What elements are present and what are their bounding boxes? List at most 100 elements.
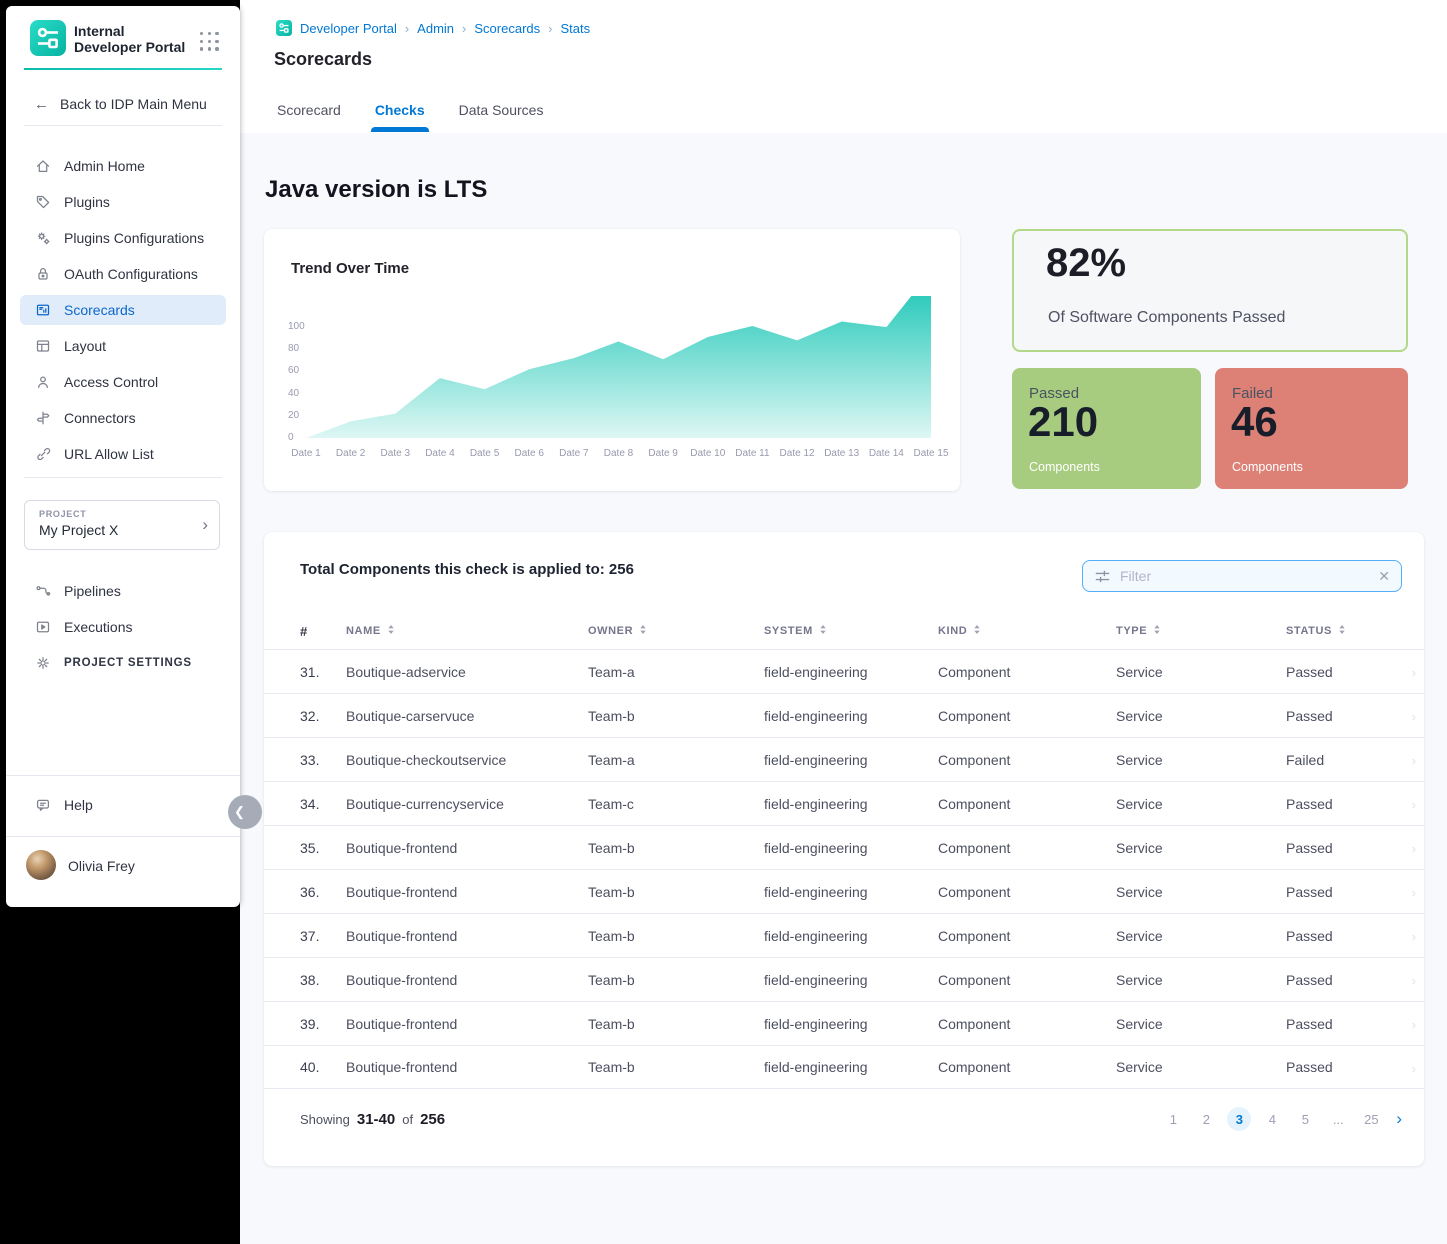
table-row[interactable]: 40. Boutique-frontend Team-b field-engin…: [264, 1045, 1424, 1089]
chat-icon: [35, 797, 51, 813]
person-icon: [35, 374, 51, 390]
tab-data-sources[interactable]: Data Sources: [459, 102, 544, 132]
cell-kind: Component: [938, 840, 1116, 856]
table-row[interactable]: 39. Boutique-frontend Team-b field-engin…: [264, 1001, 1424, 1045]
page-button-2[interactable]: 2: [1194, 1107, 1218, 1131]
sidebar-item-layout[interactable]: Layout: [20, 331, 226, 361]
cell-status: Passed: [1286, 840, 1402, 856]
table-row[interactable]: 37. Boutique-frontend Team-b field-engin…: [264, 913, 1424, 957]
idp-logo-small-icon: [276, 20, 292, 36]
breadcrumb-stats[interactable]: Stats: [560, 21, 590, 36]
sort-icon: [639, 624, 647, 638]
sidebar-item-oauth-configurations[interactable]: OAuth Configurations: [20, 259, 226, 289]
column-header-owner[interactable]: OWNER: [588, 624, 764, 638]
sidebar-item-connectors[interactable]: Connectors: [20, 403, 226, 433]
chevron-right-icon: ›: [1412, 709, 1416, 724]
cell-kind: Component: [938, 752, 1116, 768]
cell-name: Boutique-frontend: [346, 1059, 588, 1075]
table-row[interactable]: 38. Boutique-frontend Team-b field-engin…: [264, 957, 1424, 1001]
components-table-card: Total Components this check is applied t…: [264, 532, 1424, 1166]
column-header-status[interactable]: STATUS: [1286, 624, 1402, 638]
chevron-right-icon: ›: [1412, 929, 1416, 944]
cell-type: Service: [1116, 752, 1286, 768]
pass-percentage-caption: Of Software Components Passed: [1048, 309, 1285, 327]
sidebar-item-help[interactable]: Help: [20, 790, 226, 820]
tab-checks[interactable]: Checks: [375, 102, 425, 132]
tag-icon: [35, 194, 51, 210]
back-label: Back to IDP Main Menu: [60, 96, 207, 112]
table-row[interactable]: 32. Boutique-carservuce Team-b field-eng…: [264, 693, 1424, 737]
apps-grid-icon[interactable]: [200, 32, 220, 52]
sidebar-item-project-settings[interactable]: PROJECT SETTINGS: [20, 648, 226, 678]
table-row[interactable]: 36. Boutique-frontend Team-b field-engin…: [264, 869, 1424, 913]
project-selector[interactable]: PROJECT My Project X ›: [24, 500, 220, 550]
sidebar-item-pipelines[interactable]: Pipelines: [20, 576, 226, 606]
cell-system: field-engineering: [764, 664, 938, 680]
cell-name: Boutique-frontend: [346, 840, 588, 856]
table-row[interactable]: 34. Boutique-currencyservice Team-c fiel…: [264, 781, 1424, 825]
page-button-3[interactable]: 3: [1227, 1107, 1251, 1131]
cell-status: Passed: [1286, 928, 1402, 944]
arrow-left-icon: ←: [34, 96, 49, 113]
column-header-name[interactable]: NAME: [346, 624, 588, 638]
cell-type: Service: [1116, 796, 1286, 812]
signpost-icon: [35, 410, 51, 426]
table-row[interactable]: 35. Boutique-frontend Team-b field-engin…: [264, 825, 1424, 869]
page-header: Developer Portal › Admin › Scorecards › …: [240, 0, 1447, 133]
cell-index: 40.: [300, 1059, 346, 1075]
pagination-ellipsis: ...: [1326, 1107, 1350, 1131]
table-row[interactable]: 31. Boutique-adservice Team-a field-engi…: [264, 649, 1424, 693]
tab-bar: Scorecard Checks Data Sources: [277, 102, 543, 132]
sidebar: Internal Developer Portal ← Back to IDP …: [6, 6, 240, 907]
idp-logo-icon: [30, 20, 66, 56]
breadcrumb-admin[interactable]: Admin: [417, 21, 454, 36]
cell-index: 35.: [300, 840, 346, 856]
x-axis-label: Date 15: [901, 448, 961, 459]
sidebar-item-scorecards[interactable]: Scorecards: [20, 295, 226, 325]
cell-kind: Component: [938, 1059, 1116, 1075]
sidebar-item-plugins-configurations[interactable]: Plugins Configurations: [20, 223, 226, 253]
breadcrumb-developer-portal[interactable]: Developer Portal: [300, 21, 397, 36]
cell-index: 36.: [300, 884, 346, 900]
sidebar-item-access-control[interactable]: Access Control: [20, 367, 226, 397]
page-button-4[interactable]: 4: [1260, 1107, 1284, 1131]
sidebar-item-url-allow-list[interactable]: URL Allow List: [20, 439, 226, 469]
breadcrumb-scorecards[interactable]: Scorecards: [474, 21, 540, 36]
chart-title: Trend Over Time: [291, 260, 409, 277]
showing-total: 256: [420, 1111, 445, 1128]
cell-index: 32.: [300, 708, 346, 724]
cell-system: field-engineering: [764, 708, 938, 724]
back-to-idp-main-menu[interactable]: ← Back to IDP Main Menu: [18, 90, 230, 118]
chevron-right-icon: ›: [1412, 841, 1416, 856]
next-page-button[interactable]: ›: [1392, 1109, 1402, 1129]
failed-card: Failed 46 Components: [1215, 368, 1408, 489]
sidebar-item-plugins[interactable]: Plugins: [20, 187, 226, 217]
column-header-system[interactable]: SYSTEM: [764, 624, 938, 638]
cell-type: Service: [1116, 928, 1286, 944]
column-header-type[interactable]: TYPE: [1116, 624, 1286, 638]
app-window: Internal Developer Portal ← Back to IDP …: [0, 0, 1447, 1244]
passed-count: 210: [1028, 398, 1098, 446]
page-button-25[interactable]: 25: [1359, 1107, 1383, 1131]
sidebar-item-admin-home[interactable]: Admin Home: [20, 151, 226, 181]
cell-kind: Component: [938, 928, 1116, 944]
chevron-right-icon: ›: [405, 21, 409, 36]
pass-percentage: 82%: [1046, 241, 1126, 286]
avatar[interactable]: [26, 850, 56, 880]
failed-count: 46: [1231, 398, 1278, 446]
tab-scorecard[interactable]: Scorecard: [277, 102, 341, 132]
cell-owner: Team-b: [588, 1059, 764, 1075]
cell-status: Passed: [1286, 708, 1402, 724]
table-row[interactable]: 33. Boutique-checkoutservice Team-a fiel…: [264, 737, 1424, 781]
sidebar-item-executions[interactable]: Executions: [20, 612, 226, 642]
filter-input[interactable]: [1120, 568, 1369, 584]
cell-index: 38.: [300, 972, 346, 988]
cell-index: 37.: [300, 928, 346, 944]
column-header-kind[interactable]: KIND: [938, 624, 1116, 638]
close-icon[interactable]: ✕: [1378, 569, 1390, 583]
cell-owner: Team-b: [588, 884, 764, 900]
sidebar-collapse-handle[interactable]: ❮: [228, 795, 262, 829]
cell-status: Failed: [1286, 752, 1402, 768]
page-button-1[interactable]: 1: [1161, 1107, 1185, 1131]
page-button-5[interactable]: 5: [1293, 1107, 1317, 1131]
